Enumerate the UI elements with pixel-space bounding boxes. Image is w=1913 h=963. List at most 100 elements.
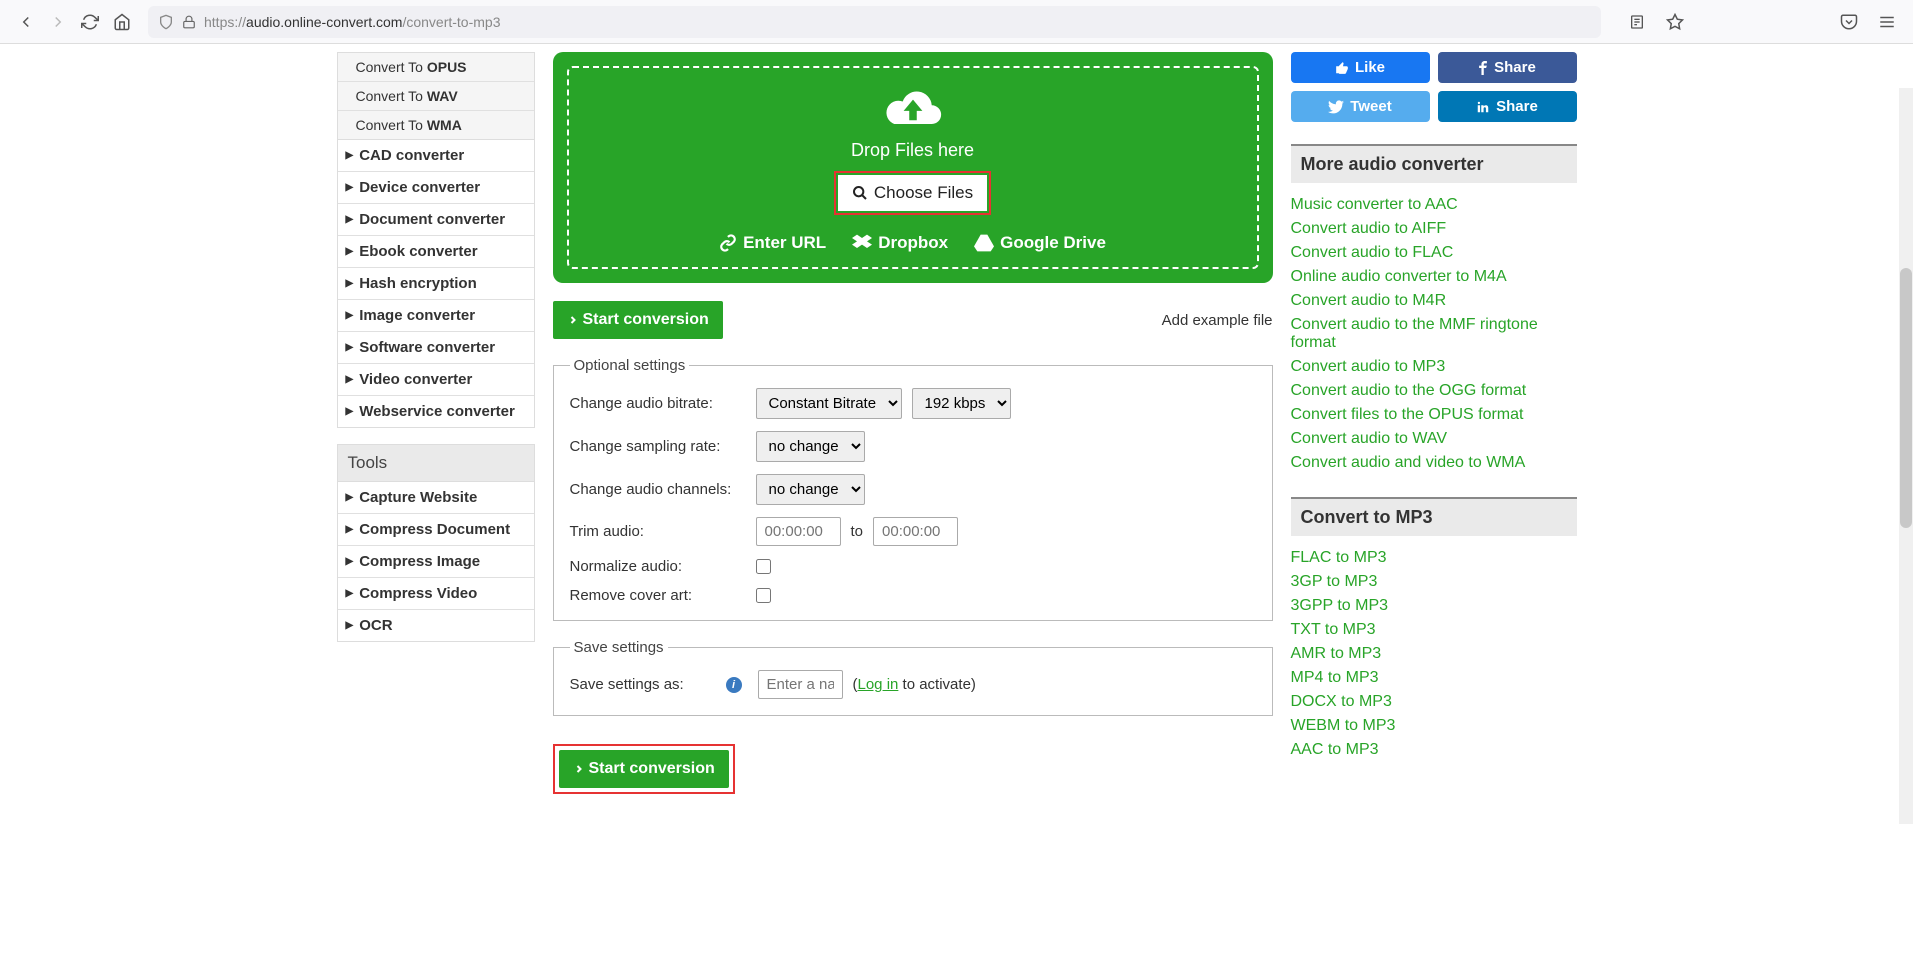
link-flac-mp3[interactable]: FLAC to MP3	[1291, 546, 1577, 570]
link-aiff[interactable]: Convert audio to AIFF	[1291, 217, 1577, 241]
link-wav[interactable]: Convert audio to WAV	[1291, 427, 1577, 451]
info-icon[interactable]: i	[726, 677, 742, 693]
normalize-checkbox[interactable]	[756, 559, 771, 574]
reader-mode-button[interactable]	[1621, 6, 1653, 38]
linkedin-share-button[interactable]: Share	[1438, 91, 1577, 122]
reload-button[interactable]	[74, 6, 106, 38]
category-software[interactable]: ▶Software converter	[338, 332, 534, 364]
trim-to-input[interactable]	[873, 517, 958, 546]
link-wma[interactable]: Convert audio and video to WMA	[1291, 451, 1577, 475]
caret-icon: ▶	[346, 342, 354, 353]
category-document[interactable]: ▶Document converter	[338, 204, 534, 236]
link-mmf[interactable]: Convert audio to the MMF ringtone format	[1291, 313, 1577, 355]
link-3gp-mp3[interactable]: 3GP to MP3	[1291, 570, 1577, 594]
url-text: https://audio.online-convert.com/convert…	[204, 14, 501, 30]
caret-icon: ▶	[346, 182, 354, 193]
bitrate-label: Change audio bitrate:	[570, 395, 746, 412]
drop-zone[interactable]: Drop Files here Choose Files Enter URL D…	[553, 52, 1273, 283]
choose-files-button[interactable]: Choose Files	[838, 175, 987, 211]
start-conversion-button-top[interactable]: Start conversion	[553, 301, 723, 339]
link-txt-mp3[interactable]: TXT to MP3	[1291, 618, 1577, 642]
format-item-wav[interactable]: Convert To WAV	[338, 82, 534, 111]
category-image[interactable]: ▶Image converter	[338, 300, 534, 332]
link-amr-mp3[interactable]: AMR to MP3	[1291, 642, 1577, 666]
scrollbar[interactable]	[1899, 88, 1913, 824]
caret-icon: ▶	[346, 492, 354, 503]
link-aac-mp3[interactable]: AAC to MP3	[1291, 738, 1577, 762]
caret-icon: ▶	[346, 620, 354, 631]
category-device[interactable]: ▶Device converter	[338, 172, 534, 204]
forward-button[interactable]	[42, 6, 74, 38]
save-settings-fieldset: Save settings Save settings as: i (Log i…	[553, 639, 1273, 716]
back-button[interactable]	[10, 6, 42, 38]
drop-text: Drop Files here	[579, 140, 1247, 161]
link-aac[interactable]: Music converter to AAC	[1291, 193, 1577, 217]
choose-files-highlight: Choose Files	[834, 171, 991, 215]
login-note: (Log in to activate)	[853, 676, 976, 693]
tool-capture-website[interactable]: ▶Capture Website	[338, 482, 534, 514]
link-flac[interactable]: Convert audio to FLAC	[1291, 241, 1577, 265]
bitrate-value-select[interactable]: 192 kbps	[912, 388, 1011, 419]
url-bar[interactable]: https://audio.online-convert.com/convert…	[148, 6, 1601, 38]
gdrive-link[interactable]: Google Drive	[974, 233, 1106, 253]
normalize-label: Normalize audio:	[570, 558, 746, 575]
trim-label: Trim audio:	[570, 523, 746, 540]
optional-settings-fieldset: Optional settings Change audio bitrate: …	[553, 357, 1273, 621]
bookmark-button[interactable]	[1659, 6, 1691, 38]
caret-icon: ▶	[346, 588, 354, 599]
link-docx-mp3[interactable]: DOCX to MP3	[1291, 690, 1577, 714]
sidebar-left: Convert To OPUS Convert To WAV Convert T…	[337, 52, 535, 642]
link-3gpp-mp3[interactable]: 3GPP to MP3	[1291, 594, 1577, 618]
tool-ocr[interactable]: ▶OCR	[338, 610, 534, 641]
dropbox-icon	[852, 234, 872, 252]
optional-settings-legend: Optional settings	[570, 357, 690, 374]
link-m4r[interactable]: Convert audio to M4R	[1291, 289, 1577, 313]
link-opus[interactable]: Convert files to the OPUS format	[1291, 403, 1577, 427]
tool-compress-image[interactable]: ▶Compress Image	[338, 546, 534, 578]
scrollbar-thumb[interactable]	[1900, 268, 1912, 528]
start-conversion-button-bottom[interactable]: Start conversion	[559, 750, 729, 788]
caret-icon: ▶	[346, 278, 354, 289]
format-item-wma[interactable]: Convert To WMA	[338, 111, 534, 139]
link-webm-mp3[interactable]: WEBM to MP3	[1291, 714, 1577, 738]
tool-compress-video[interactable]: ▶Compress Video	[338, 578, 534, 610]
save-name-input[interactable]	[758, 670, 843, 699]
category-hash[interactable]: ▶Hash encryption	[338, 268, 534, 300]
category-video[interactable]: ▶Video converter	[338, 364, 534, 396]
trim-from-input[interactable]	[756, 517, 841, 546]
twitter-tweet-button[interactable]: Tweet	[1291, 91, 1430, 122]
caret-icon: ▶	[346, 310, 354, 321]
sampling-select[interactable]: no change	[756, 431, 865, 462]
login-link[interactable]: Log in	[858, 676, 899, 693]
link-m4a[interactable]: Online audio converter to M4A	[1291, 265, 1577, 289]
caret-icon: ▶	[346, 524, 354, 535]
facebook-share-button[interactable]: Share	[1438, 52, 1577, 83]
link-ogg[interactable]: Convert audio to the OGG format	[1291, 379, 1577, 403]
channels-select[interactable]: no change	[756, 474, 865, 505]
bitrate-mode-select[interactable]: Constant Bitrate	[756, 388, 902, 419]
enter-url-link[interactable]: Enter URL	[719, 233, 826, 253]
link-mp4-mp3[interactable]: MP4 to MP3	[1291, 666, 1577, 690]
dropbox-link[interactable]: Dropbox	[852, 233, 948, 253]
facebook-icon	[1478, 61, 1488, 75]
pocket-button[interactable]	[1833, 6, 1865, 38]
category-ebook[interactable]: ▶Ebook converter	[338, 236, 534, 268]
tool-compress-document[interactable]: ▶Compress Document	[338, 514, 534, 546]
gdrive-icon	[974, 234, 994, 252]
linkedin-icon	[1476, 100, 1490, 114]
convert-to-mp3-list: FLAC to MP3 3GP to MP3 3GPP to MP3 TXT t…	[1291, 546, 1577, 762]
sidebar-right: Like Share Tweet Share More audio conver…	[1291, 52, 1577, 762]
link-mp3[interactable]: Convert audio to MP3	[1291, 355, 1577, 379]
more-converters-header: More audio converter	[1291, 144, 1577, 183]
caret-icon: ▶	[346, 246, 354, 257]
format-item-opus[interactable]: Convert To OPUS	[338, 53, 534, 82]
category-cad[interactable]: ▶CAD converter	[338, 140, 534, 172]
twitter-icon	[1328, 100, 1344, 114]
home-button[interactable]	[106, 6, 138, 38]
facebook-like-button[interactable]: Like	[1291, 52, 1430, 83]
add-example-file-link[interactable]: Add example file	[1162, 312, 1273, 329]
caret-icon: ▶	[346, 556, 354, 567]
category-webservice[interactable]: ▶Webservice converter	[338, 396, 534, 427]
cover-art-checkbox[interactable]	[756, 588, 771, 603]
menu-button[interactable]	[1871, 6, 1903, 38]
